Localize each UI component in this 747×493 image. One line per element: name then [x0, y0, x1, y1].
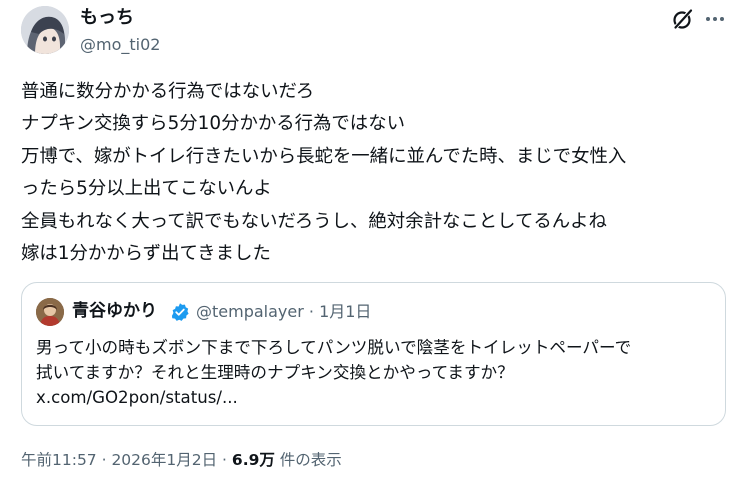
quoted-link[interactable]: x.com/GO2pon/status/... — [36, 385, 716, 410]
tweet-meta: 午前11:57 · 2026年1月2日 · 6.9万 件の表示 — [21, 448, 342, 472]
tweet-detail: もっち @mo_ti02 普通に数分かかる行為ではないだろ ナプキン交換すら5分… — [0, 0, 747, 493]
quoted-author-name[interactable]: 青谷ゆかり — [72, 299, 157, 323]
quoted-avatar-icon — [36, 298, 64, 326]
author-display-name[interactable]: もっち — [80, 6, 134, 30]
quoted-handle-date[interactable]: @tempalayer · 1月1日 — [196, 300, 371, 324]
verified-badge-icon — [171, 303, 189, 321]
quoted-text-line: 男って小の時もズボン下まで下ろしてパンツ脱いで陰茎をトイレットペーパーで — [36, 338, 632, 357]
tweet-timestamp[interactable]: 午前11:57 · 2026年1月2日 · — [21, 451, 232, 469]
grok-button[interactable] — [670, 6, 696, 32]
anime-character-avatar-icon — [21, 6, 69, 54]
quoted-text-line: 拭いてますか？それと生理時のナプキン交換とかやってますか？ — [36, 363, 514, 382]
tweet-text-line: 普通に数分かかる行為ではないだろ — [21, 81, 315, 102]
views-label: 件の表示 — [274, 451, 342, 469]
more-button[interactable] — [702, 6, 728, 32]
tweet-text-line: 万博で、嫁がトイレ行きたいから長蛇を一緒に並んでた時、まじで女性入 — [21, 145, 627, 167]
author-handle[interactable]: @mo_ti02 — [80, 34, 160, 56]
author-avatar[interactable] — [21, 6, 69, 54]
quoted-tweet-card[interactable]: 青谷ゆかり @tempalayer · 1月1日 男って小の時もズボン下まで下ろ… — [21, 282, 726, 426]
tweet-text: 普通に数分かかる行為ではないだろ ナプキン交換すら5分10分かかる行為ではない … — [21, 76, 733, 270]
tweet-text-line: 嫁は1分かからず出てきました — [21, 243, 271, 265]
grok-icon — [673, 8, 693, 30]
quoted-tweet-text: 男って小の時もズボン下まで下ろしてパンツ脱いで陰茎をトイレットペーパーで 拭いて… — [36, 335, 716, 410]
tweet-text-line: ったら5分以上出てこないんよ — [21, 178, 272, 200]
tweet-text-line: ナプキン交換すら5分10分かかる行為ではない — [21, 113, 405, 135]
tweet-text-line: 全員もれなく大って訳でもないだろうし、絶対余計なことしてるんよね — [21, 210, 607, 232]
views-count: 6.9万 — [231, 451, 275, 469]
quoted-author-avatar[interactable] — [36, 298, 64, 326]
more-dots-icon — [706, 17, 724, 21]
